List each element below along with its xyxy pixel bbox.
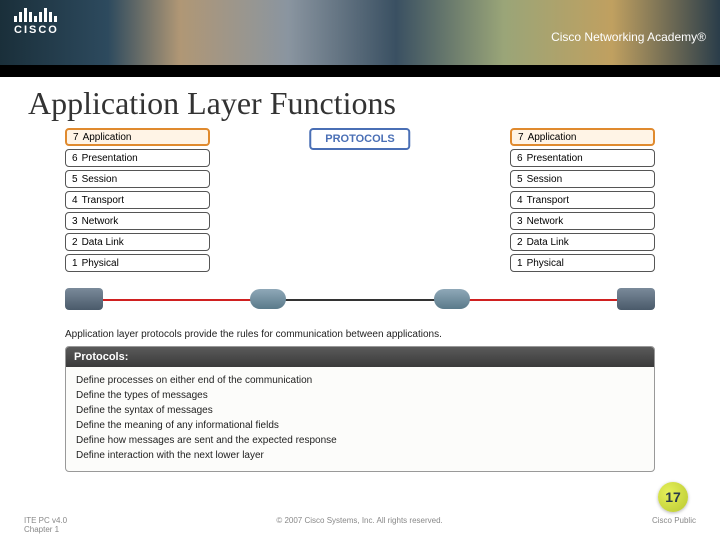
osi-layer: 3 Network bbox=[510, 212, 655, 230]
osi-layer-number: 5 bbox=[517, 174, 523, 185]
footer-copyright: © 2007 Cisco Systems, Inc. All rights re… bbox=[276, 516, 442, 534]
header-banner: CISCO Cisco Networking Academy® bbox=[0, 0, 720, 65]
osi-layer-name: Network bbox=[82, 216, 119, 227]
osi-layer-number: 4 bbox=[517, 195, 523, 206]
osi-layer: 2 Data Link bbox=[510, 233, 655, 251]
osi-layer: 3 Network bbox=[65, 212, 210, 230]
osi-layer-name: Data Link bbox=[527, 237, 569, 248]
osi-layer-name: Network bbox=[527, 216, 564, 227]
osi-layer: 1 Physical bbox=[510, 254, 655, 272]
osi-stack-left: 7 Application 6 Presentation 5 Session 4 Transp… bbox=[65, 128, 210, 275]
footer-chapter: Chapter 1 bbox=[24, 525, 67, 534]
osi-layer: 6 Presentation bbox=[65, 149, 210, 167]
osi-layer-number: 3 bbox=[517, 216, 523, 227]
network-topology-row bbox=[65, 279, 655, 319]
protocols-list-item: Define the types of messages bbox=[76, 388, 644, 403]
host-device-icon bbox=[65, 288, 103, 310]
diagram-caption: Application layer protocols provide the … bbox=[65, 329, 655, 340]
osi-stack-right: 7 Application 6 Presentation 5 Session 4 Transp… bbox=[510, 128, 655, 275]
osi-layer: 4 Transport bbox=[65, 191, 210, 209]
osi-layer-number: 2 bbox=[72, 237, 78, 248]
osi-layer: 7 Application bbox=[510, 128, 655, 146]
osi-layer-number: 7 bbox=[518, 132, 524, 143]
header-underline bbox=[0, 65, 720, 77]
cisco-logo-text: CISCO bbox=[14, 24, 59, 36]
osi-layer-name: Data Link bbox=[82, 237, 124, 248]
osi-layer-name: Transport bbox=[527, 195, 569, 206]
osi-layer-number: 1 bbox=[72, 258, 78, 269]
osi-layer-name: Presentation bbox=[527, 153, 583, 164]
osi-layer-number: 6 bbox=[517, 153, 523, 164]
page-title: Application Layer Functions bbox=[0, 77, 720, 128]
router-device-icon bbox=[434, 289, 470, 309]
osi-layer-number: 3 bbox=[72, 216, 78, 227]
osi-layer-number: 6 bbox=[72, 153, 78, 164]
osi-layer: 5 Session bbox=[65, 170, 210, 188]
page-number-badge: 17 bbox=[658, 482, 688, 512]
osi-layer: 6 Presentation bbox=[510, 149, 655, 167]
footer: ITE PC v4.0 Chapter 1 © 2007 Cisco Syste… bbox=[0, 516, 720, 534]
osi-layer-name: Physical bbox=[527, 258, 564, 269]
osi-layer: 2 Data Link bbox=[65, 233, 210, 251]
protocols-list-item: Define processes on either end of the co… bbox=[76, 373, 644, 388]
osi-layer-number: 4 bbox=[72, 195, 78, 206]
osi-layer: 5 Session bbox=[510, 170, 655, 188]
footer-course: ITE PC v4.0 bbox=[24, 516, 67, 525]
osi-layer-number: 1 bbox=[517, 258, 523, 269]
osi-layer-name: Physical bbox=[82, 258, 119, 269]
protocols-badge: PROTOCOLS bbox=[309, 128, 410, 150]
osi-layer-name: Session bbox=[82, 174, 118, 185]
router-device-icon bbox=[250, 289, 286, 309]
link-line bbox=[275, 299, 445, 301]
diagram-area: 7 Application 6 Presentation 5 Session 4 Transp… bbox=[65, 128, 655, 472]
osi-layer-name: Transport bbox=[82, 195, 124, 206]
cisco-logo: CISCO bbox=[14, 8, 59, 36]
protocols-panel: Protocols: Define processes on either en… bbox=[65, 346, 655, 472]
footer-left: ITE PC v4.0 Chapter 1 bbox=[24, 516, 67, 534]
academy-label: Cisco Networking Academy® bbox=[551, 30, 706, 44]
osi-layer-name: Application bbox=[528, 132, 577, 143]
osi-layer: 4 Transport bbox=[510, 191, 655, 209]
osi-layer-name: Session bbox=[527, 174, 563, 185]
protocols-list-item: Define the syntax of messages bbox=[76, 403, 644, 418]
osi-layer-number: 2 bbox=[517, 237, 523, 248]
cisco-logo-bars bbox=[14, 8, 59, 22]
protocols-list-item: Define how messages are sent and the exp… bbox=[76, 433, 644, 448]
osi-layer: 7 Application bbox=[65, 128, 210, 146]
protocols-list-item: Define interaction with the next lower l… bbox=[76, 448, 644, 463]
link-line bbox=[95, 299, 275, 301]
osi-layer: 1 Physical bbox=[65, 254, 210, 272]
osi-layer-name: Presentation bbox=[82, 153, 138, 164]
osi-layer-name: Application bbox=[83, 132, 132, 143]
link-line bbox=[445, 299, 625, 301]
protocols-panel-body: Define processes on either end of the co… bbox=[66, 367, 654, 471]
protocols-panel-header: Protocols: bbox=[66, 347, 654, 367]
osi-stacks: 7 Application 6 Presentation 5 Session 4 Transp… bbox=[65, 128, 655, 275]
osi-layer-number: 5 bbox=[72, 174, 78, 185]
osi-layer-number: 7 bbox=[73, 132, 79, 143]
protocols-list-item: Define the meaning of any informational … bbox=[76, 418, 644, 433]
host-device-icon bbox=[617, 288, 655, 310]
footer-classification: Cisco Public bbox=[652, 516, 696, 534]
